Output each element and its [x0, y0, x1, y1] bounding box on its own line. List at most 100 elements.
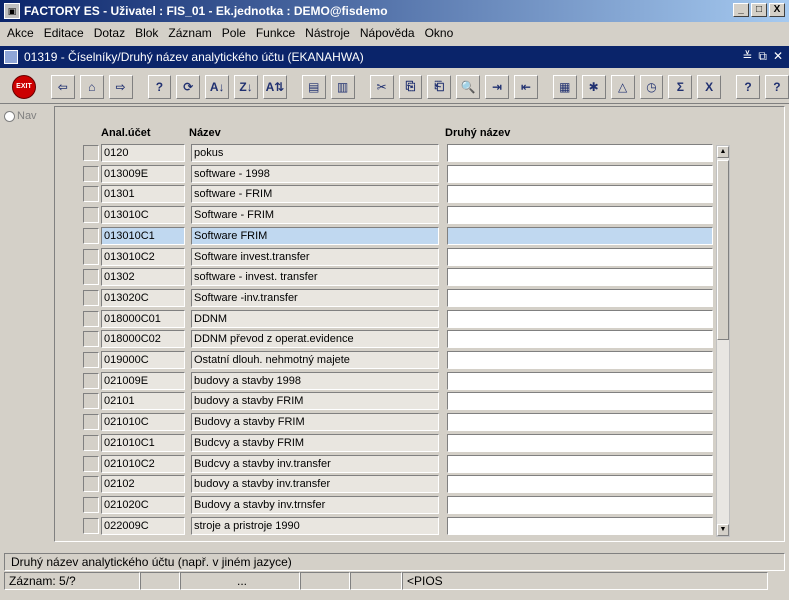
second-name-field[interactable] — [447, 495, 713, 514]
radio-icon[interactable] — [4, 110, 15, 122]
query-icon[interactable]: ? — [147, 74, 172, 99]
row-selector[interactable] — [83, 496, 99, 513]
second-name-field[interactable] — [447, 164, 713, 183]
row-selector[interactable] — [83, 414, 99, 431]
name-field[interactable]: Software invest.transfer — [191, 247, 439, 266]
acct-field[interactable]: 018000C01 — [101, 309, 185, 328]
second-name-field[interactable] — [447, 226, 713, 245]
scroll-down-icon[interactable]: ▼ — [717, 524, 729, 536]
name-field[interactable]: stroje a pristroje 1990 — [191, 516, 439, 535]
acct-field[interactable]: 022009C — [101, 516, 185, 535]
table-row[interactable]: 021020C Budovy a stavby inv.trnsfer — [81, 495, 721, 514]
name-field[interactable]: Software - FRIM — [191, 206, 439, 225]
row-selector[interactable] — [83, 331, 99, 348]
sort-multi-icon[interactable]: A⇅ — [263, 74, 287, 99]
row-selector[interactable] — [83, 372, 99, 389]
context-help-icon[interactable]: ? — [765, 74, 789, 99]
second-name-field[interactable] — [447, 185, 713, 204]
row-selector[interactable] — [83, 434, 99, 451]
table-row[interactable]: 02102 budovy a stavby inv.transfer — [81, 475, 721, 494]
second-name-field[interactable] — [447, 433, 713, 452]
menu-nastroje[interactable]: Nástroje — [300, 26, 355, 40]
acct-field[interactable]: 021009E — [101, 371, 185, 390]
acct-field[interactable]: 021010C1 — [101, 433, 185, 452]
acct-field[interactable]: 0120 — [101, 144, 185, 162]
second-name-field[interactable] — [447, 144, 713, 162]
outdent-icon[interactable]: ⇤ — [514, 74, 538, 99]
name-field[interactable]: budovy a stavby 1998 — [191, 371, 439, 390]
menu-zaznam[interactable]: Záznam — [163, 26, 216, 40]
cut-icon[interactable]: ✂ — [369, 74, 394, 99]
second-name-field[interactable] — [447, 247, 713, 266]
scroll-up-icon[interactable]: ▲ — [717, 146, 729, 158]
copy-icon[interactable]: ⎘ — [398, 74, 423, 99]
name-field[interactable]: Budcvy a stavby FRIM — [191, 433, 439, 452]
table-row[interactable]: 013010C1 Software FRIM — [81, 226, 721, 245]
acct-field[interactable]: 013010C — [101, 206, 185, 225]
acct-field[interactable]: 013020C — [101, 288, 185, 307]
table-row[interactable]: 013010C Software - FRIM — [81, 206, 721, 225]
second-name-field[interactable] — [447, 413, 713, 432]
vertical-scrollbar[interactable]: ▲ ▼ — [716, 145, 730, 537]
second-name-field[interactable] — [447, 392, 713, 411]
second-name-field[interactable] — [447, 309, 713, 328]
name-field[interactable]: budovy a stavby FRIM — [191, 392, 439, 411]
name-field[interactable]: DDNM — [191, 309, 439, 328]
menu-napoveda[interactable]: Nápověda — [355, 26, 420, 40]
menu-akce[interactable]: Akce — [2, 26, 39, 40]
table-row[interactable]: 013010C2 Software invest.transfer — [81, 247, 721, 266]
menu-pole[interactable]: Pole — [217, 26, 251, 40]
name-field[interactable]: Ostatní dlouh. nehmotný majete — [191, 351, 439, 369]
second-name-field[interactable] — [447, 371, 713, 390]
exit-button[interactable]: EXIT — [12, 74, 36, 99]
name-field[interactable]: Software -inv.transfer — [191, 288, 439, 307]
maximize-button[interactable]: □ — [751, 3, 767, 17]
close-button[interactable]: X — [769, 3, 785, 17]
acct-field[interactable]: 02101 — [101, 392, 185, 411]
table-row[interactable]: 021009E budovy a stavby 1998 — [81, 371, 721, 390]
menu-blok[interactable]: Blok — [130, 26, 163, 40]
row-selector[interactable] — [83, 186, 99, 203]
name-field[interactable]: Budovy a stavby FRIM — [191, 413, 439, 432]
nav-radio[interactable]: Nav — [4, 110, 52, 122]
scroll-thumb[interactable] — [717, 160, 729, 340]
name-field[interactable]: software - invest. transfer — [191, 268, 439, 287]
row-selector[interactable] — [83, 207, 99, 224]
table-row[interactable]: 021010C1 Budcvy a stavby FRIM — [81, 433, 721, 452]
second-name-field[interactable] — [447, 454, 713, 473]
table-row[interactable]: 0120 pokus — [81, 144, 721, 162]
row-selector[interactable] — [83, 455, 99, 472]
table-row[interactable]: 02101 budovy a stavby FRIM — [81, 392, 721, 411]
row-selector[interactable] — [83, 145, 99, 161]
table-row[interactable]: 018000C01 DDNM — [81, 309, 721, 328]
acct-field[interactable]: 013010C1 — [101, 226, 185, 245]
home-icon[interactable]: ⌂ — [79, 74, 104, 99]
table-row[interactable]: 01302 software - invest. transfer — [81, 268, 721, 287]
acct-field[interactable]: 01301 — [101, 185, 185, 204]
acct-field[interactable]: 013010C2 — [101, 247, 185, 266]
table-row[interactable]: 01301 software - FRIM — [81, 185, 721, 204]
sum-icon[interactable]: Σ — [668, 74, 693, 99]
second-name-field[interactable] — [447, 475, 713, 494]
table-row[interactable]: 013009E software - 1998 — [81, 164, 721, 183]
row-selector[interactable] — [83, 517, 99, 534]
acct-field[interactable]: 01302 — [101, 268, 185, 287]
second-name-field[interactable] — [447, 268, 713, 287]
row-selector[interactable] — [83, 310, 99, 327]
form-close-icon[interactable]: ✕ — [773, 49, 783, 64]
row-selector[interactable] — [83, 476, 99, 493]
second-name-field[interactable] — [447, 330, 713, 349]
acct-field[interactable]: 02102 — [101, 475, 185, 494]
name-field[interactable]: pokus — [191, 144, 439, 162]
row-selector[interactable] — [83, 393, 99, 410]
acct-field[interactable]: 021010C — [101, 413, 185, 432]
refresh-icon[interactable]: ⟳ — [176, 74, 201, 99]
acct-field[interactable]: 013009E — [101, 164, 185, 183]
print-preview-icon[interactable]: ▥ — [330, 74, 355, 99]
print-icon[interactable]: ▤ — [301, 74, 326, 99]
row-selector[interactable] — [83, 165, 99, 182]
name-field[interactable]: software - 1998 — [191, 164, 439, 183]
excel-icon[interactable]: X — [697, 74, 722, 99]
sort-desc-icon[interactable]: Z↓ — [234, 74, 258, 99]
forward-icon[interactable]: ⇨ — [108, 74, 133, 99]
